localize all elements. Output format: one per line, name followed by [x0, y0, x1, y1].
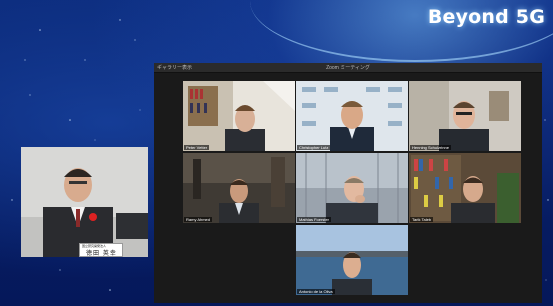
zoom-window: ギャラリー表示 Zoom ミーティング Peter Vetter Christo…	[154, 63, 542, 303]
speaker-video	[21, 147, 148, 257]
video-tile-3[interactable]: Henning Schulzrinne	[409, 81, 521, 151]
participant-name: Antonio de la Oliva	[297, 289, 335, 294]
video-tile-6[interactable]: Tarik Taleb	[409, 153, 521, 223]
video-tile-7[interactable]: Antonio de la Oliva	[296, 225, 408, 295]
participant-name: Peter Vetter	[184, 145, 210, 150]
participant-name: Mathias Foerster	[297, 217, 332, 222]
participant-name: Ramy Ahmed	[184, 217, 213, 222]
video-tile-1[interactable]: Peter Vetter	[183, 81, 295, 151]
video-tile-4[interactable]: Ramy Ahmed	[183, 153, 295, 223]
video-tile-2[interactable]: Christopher Lutz	[296, 81, 408, 151]
participant-name: Henning Schulzrinne	[410, 145, 451, 150]
speaker-nameplate: 国立研究開発法人 徳田 英幸	[79, 243, 123, 257]
zoom-window-title: Zoom ミーティング	[326, 65, 370, 71]
zoom-titlebar: ギャラリー表示 Zoom ミーティング	[154, 63, 542, 73]
video-tile-5[interactable]: Mathias Foerster	[296, 153, 408, 223]
banner-title: Beyond 5G	[427, 6, 545, 28]
nameplate-name: 徳田 英幸	[86, 250, 117, 257]
participant-name: Tarik Taleb	[410, 217, 434, 222]
participant-name: Christopher Lutz	[297, 145, 331, 150]
speaker-image	[21, 147, 148, 257]
